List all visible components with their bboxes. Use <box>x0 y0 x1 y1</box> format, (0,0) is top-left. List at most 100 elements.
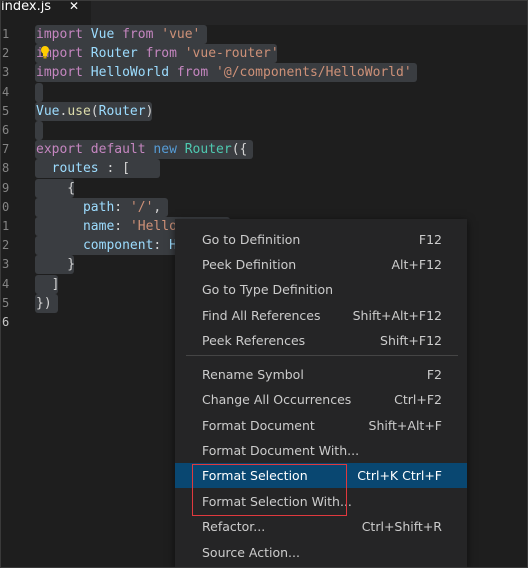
menu-item-label: Format Document With... <box>202 443 360 458</box>
code-text: } <box>36 255 75 274</box>
lightbulb-icon[interactable] <box>40 45 50 59</box>
code-token: Router <box>98 103 146 119</box>
code-token: : <box>114 199 130 215</box>
menu-item-format-selection-with[interactable]: Format Selection With... <box>175 489 467 514</box>
menu-item-label: Peek Definition <box>202 257 297 272</box>
menu-item-label: Peek References <box>202 333 306 348</box>
line-number: 4 <box>2 276 10 291</box>
menu-item-peek-references[interactable]: Peek References Shift+F12 <box>175 328 467 353</box>
menu-item-shortcut: Ctrl+F2 <box>394 392 442 407</box>
line-number: 6 <box>2 123 10 137</box>
code-text: export default new Router({ <box>36 140 247 159</box>
menu-item-label: Source Action... <box>202 545 300 560</box>
code-line[interactable]: 7 export default new Router({ <box>1 140 527 160</box>
menu-item-format-document-with[interactable]: Format Document With... <box>175 438 467 463</box>
code-text: import HelloWorld from '@/components/Hel… <box>36 63 412 82</box>
code-token: from <box>176 65 209 81</box>
code-line[interactable]: 5 Vue.use(Router) <box>1 101 527 121</box>
code-line[interactable]: 6 <box>1 121 527 140</box>
code-token: component <box>82 238 154 254</box>
code-text: Vue.use(Router) <box>36 102 153 121</box>
code-line[interactable]: 9 { <box>1 178 527 198</box>
code-token: '@/components/HelloWorld' <box>216 65 412 81</box>
code-text: import Router from 'vue-router' <box>36 44 279 63</box>
menu-item-label: Format Selection With... <box>202 494 352 509</box>
line-number: 5 <box>2 295 10 310</box>
line-number: 2 <box>2 238 10 253</box>
code-token: 'Hello <box>129 219 177 234</box>
code-token: Vue <box>36 103 60 119</box>
code-token: 'vue-router' <box>184 46 279 62</box>
menu-item-refactor[interactable]: Refactor... Ctrl+Shift+R <box>175 514 467 539</box>
tab-bar: index.js ✕ <box>1 1 527 25</box>
code-token: import <box>36 27 83 42</box>
menu-item-format-selection[interactable]: Format Selection Ctrl+K Ctrl+F <box>175 463 467 488</box>
line-number: 8 <box>2 161 10 176</box>
tab-label: index.js <box>1 0 52 14</box>
line-number: 3 <box>2 257 10 272</box>
code-line[interactable]: 1 import Vue from 'vue' <box>1 25 527 44</box>
code-line[interactable]: 8 routes : [ <box>1 159 527 179</box>
menu-item-label: Find All References <box>202 308 321 323</box>
menu-item-shortcut: Ctrl+K Ctrl+F <box>357 468 442 483</box>
code-token: { <box>36 180 76 196</box>
code-text: path: '/', <box>36 198 161 217</box>
selection-highlight <box>35 121 43 140</box>
menu-item-go-to-type-definition[interactable]: Go to Type Definition <box>175 277 467 302</box>
menu-item-label: Format Selection <box>202 468 308 483</box>
code-line[interactable]: 3 import HelloWorld from '@/components/He… <box>1 63 527 83</box>
code-token: ] <box>36 276 60 292</box>
code-token: , <box>153 199 162 215</box>
code-text: name: 'Hello <box>36 217 177 236</box>
code-token: name <box>82 219 115 234</box>
code-token: 'vue' <box>161 27 201 42</box>
menu-item-go-to-definition[interactable]: Go to Definition F12 <box>175 227 467 252</box>
menu-item-change-all-occurrences[interactable]: Change All Occurrences Ctrl+F2 <box>175 387 467 412</box>
menu-item-label: Change All Occurrences <box>202 392 352 407</box>
line-number: 1 <box>2 27 10 41</box>
menu-item-source-action[interactable]: Source Action... <box>175 540 467 565</box>
code-text: import Vue from 'vue' <box>36 25 200 44</box>
menu-item-format-document[interactable]: Format Document Shift+Alt+F <box>175 413 467 438</box>
menu-item-shortcut: Shift+Alt+F12 <box>352 308 442 323</box>
line-number: 7 <box>2 142 10 157</box>
menu-item-shortcut: F2 <box>426 367 442 382</box>
menu-item-shortcut: Shift+F12 <box>380 333 442 348</box>
line-number: 9 <box>2 180 10 195</box>
line-number: 1 <box>2 219 10 233</box>
code-token: Router <box>184 142 232 158</box>
close-icon[interactable]: ✕ <box>69 1 79 17</box>
menu-item-rename-symbol[interactable]: Rename Symbol F2 <box>175 362 467 387</box>
code-text: }) <box>36 294 52 313</box>
tab-index-js[interactable]: index.js ✕ <box>1 1 91 25</box>
menu-item-find-all-references[interactable]: Find All References Shift+Alt+F12 <box>175 303 467 328</box>
line-number: 3 <box>2 65 10 80</box>
code-text: component: H <box>36 236 177 255</box>
code-line[interactable]: 2 import Router from 'vue-router' <box>1 44 527 64</box>
code-token: path <box>82 199 115 215</box>
line-number: 6 <box>2 315 10 329</box>
menu-item-shortcut: Shift+Alt+F <box>368 418 442 433</box>
menu-item-shortcut: Ctrl+Shift+R <box>361 519 442 534</box>
context-menu: Go to Definition F12 Peek Definition Alt+F1… <box>175 219 467 567</box>
menu-item-peek-definition[interactable]: Peek Definition Alt+F12 <box>175 252 467 277</box>
code-token: ) <box>145 103 154 119</box>
code-line[interactable]: 4 <box>1 82 527 102</box>
menu-item-label: Format Document <box>202 418 315 433</box>
code-token: }) <box>36 295 52 311</box>
code-line[interactable]: 0 path: '/', <box>1 197 527 217</box>
vscode-window: index.js ✕ 1 import Vue from 'vue' 2 import… <box>0 0 528 568</box>
code-token: } <box>36 257 76 273</box>
menu-item-label: Go to Type Definition <box>202 282 334 297</box>
menu-separator <box>186 355 458 356</box>
line-number: 5 <box>2 103 10 118</box>
